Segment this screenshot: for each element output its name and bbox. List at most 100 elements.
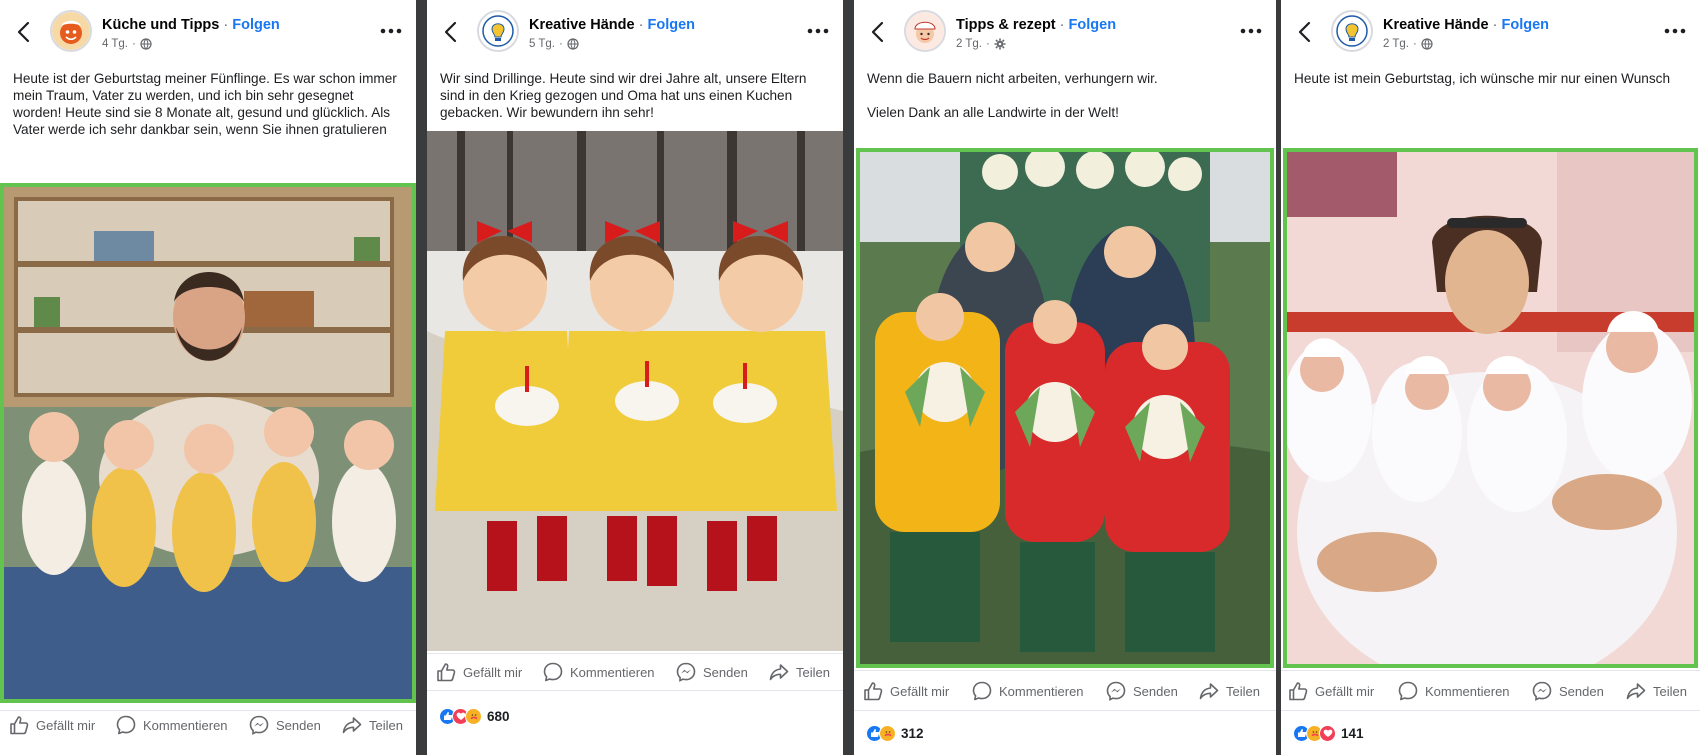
send-button[interactable]: Senden — [675, 661, 748, 683]
like-icon — [435, 661, 457, 683]
like-label: Gefällt mir — [1315, 683, 1375, 699]
like-button[interactable]: Gefällt mir — [862, 680, 949, 702]
separator-dot: · — [1413, 38, 1417, 50]
avatar[interactable] — [50, 10, 92, 52]
post-photo[interactable] — [1283, 148, 1698, 668]
share-icon — [768, 661, 790, 683]
messenger-icon — [1105, 680, 1127, 702]
comment-button[interactable]: Kommentieren — [1397, 680, 1510, 702]
page-name[interactable]: Kreative Hände — [529, 17, 635, 33]
like-icon — [1287, 680, 1309, 702]
post-text: Heute ist mein Geburtstag, ich wünsche m… — [1294, 70, 1688, 87]
reaction-count: 141 — [1341, 725, 1364, 741]
post-time[interactable]: 2 Tg. — [956, 38, 982, 50]
gear-icon — [994, 38, 1006, 50]
share-button[interactable]: Teilen — [768, 661, 830, 683]
feed-post: Kreative Hände · Folgen 2 Tg. · Heute is… — [1281, 0, 1700, 755]
messenger-icon — [1531, 680, 1553, 702]
messenger-icon — [248, 714, 270, 736]
separator-dot: · — [638, 17, 644, 33]
post-header: Küche und Tipps · Folgen 4 Tg. · — [0, 10, 416, 54]
feed-post: Kreative Hände · Folgen 5 Tg. · Wir sind… — [427, 0, 843, 755]
reaction-count: 312 — [901, 725, 924, 741]
chevron-left-icon[interactable] — [868, 20, 888, 44]
reaction-summary[interactable]: 312 — [866, 723, 924, 743]
comment-button[interactable]: Kommentieren — [115, 714, 228, 736]
like-button[interactable]: Gefällt mir — [1287, 680, 1374, 702]
reaction-count: 680 — [487, 708, 510, 724]
reaction-summary[interactable]: 680 — [439, 706, 510, 726]
action-bar: Gefällt mir Kommentieren Senden Teilen — [1281, 679, 1700, 703]
like-button[interactable]: Gefällt mir — [435, 661, 522, 683]
post-header: Kreative Hände · Folgen 2 Tg. · — [1281, 10, 1700, 54]
page-name[interactable]: Küche und Tipps — [102, 17, 219, 33]
page-name[interactable]: Kreative Hände — [1383, 17, 1489, 33]
share-icon — [341, 714, 363, 736]
comment-label: Kommentieren — [570, 664, 655, 680]
feed-post: Tipps & rezept · Folgen 2 Tg. · Wenn die… — [854, 0, 1276, 755]
globe-icon — [140, 38, 152, 50]
page-name[interactable]: Tipps & rezept — [956, 17, 1056, 33]
like-label: Gefällt mir — [36, 717, 96, 733]
share-label: Teilen — [369, 717, 403, 733]
separator-dot: · — [1492, 17, 1498, 33]
care-reaction-icon — [465, 707, 482, 725]
follow-button[interactable]: Folgen — [1501, 17, 1549, 33]
more-dots-icon[interactable] — [1662, 22, 1688, 40]
chevron-left-icon[interactable] — [14, 20, 34, 44]
send-button[interactable]: Senden — [1105, 680, 1178, 702]
separator-dot: · — [132, 38, 136, 50]
send-label: Senden — [1133, 683, 1178, 699]
post-photo[interactable] — [0, 183, 416, 703]
share-button[interactable]: Teilen — [341, 714, 403, 736]
screenshot-board: Küche und Tipps · Folgen 4 Tg. · Heute i… — [0, 0, 1700, 755]
share-button[interactable]: Teilen — [1625, 680, 1687, 702]
more-dots-icon[interactable] — [805, 22, 831, 40]
follow-button[interactable]: Folgen — [1069, 17, 1117, 33]
like-label: Gefällt mir — [890, 683, 950, 699]
comment-label: Kommentieren — [999, 683, 1084, 699]
avatar[interactable] — [904, 10, 946, 52]
chevron-left-icon[interactable] — [1295, 20, 1315, 44]
messenger-icon — [675, 661, 697, 683]
post-text-paragraph: Wenn die Bauern nicht arbeiten, verhunge… — [867, 71, 1158, 86]
feed-post: Küche und Tipps · Folgen 4 Tg. · Heute i… — [0, 0, 416, 755]
action-bar: Gefällt mir Kommentieren Senden Teilen — [0, 713, 416, 737]
share-button[interactable]: Teilen — [1198, 680, 1260, 702]
divider — [1281, 710, 1700, 711]
post-photo[interactable] — [427, 131, 843, 651]
reaction-summary[interactable]: 141 — [1293, 723, 1364, 743]
comment-button[interactable]: Kommentieren — [542, 661, 655, 683]
send-label: Senden — [276, 717, 321, 733]
post-text-paragraph: Heute ist der Geburtstag meiner Fünfling… — [13, 71, 397, 137]
send-button[interactable]: Senden — [1531, 680, 1604, 702]
share-icon — [1198, 680, 1220, 702]
chevron-left-icon[interactable] — [441, 20, 461, 44]
comment-button[interactable]: Kommentieren — [971, 680, 1084, 702]
follow-button[interactable]: Folgen — [647, 17, 695, 33]
divider — [854, 670, 1276, 671]
post-photo[interactable] — [856, 148, 1274, 668]
avatar[interactable] — [1331, 10, 1373, 52]
post-time[interactable]: 5 Tg. — [529, 38, 555, 50]
post-time[interactable]: 4 Tg. — [102, 38, 128, 50]
post-text-paragraph: Wir sind Drillinge. Heute sind wir drei … — [440, 71, 807, 120]
avatar[interactable] — [477, 10, 519, 52]
action-bar: Gefällt mir Kommentieren Senden Teilen — [854, 679, 1276, 703]
follow-button[interactable]: Folgen — [232, 17, 280, 33]
love-reaction-icon — [1319, 724, 1336, 742]
comment-label: Kommentieren — [1425, 683, 1510, 699]
divider — [854, 710, 1276, 711]
globe-icon — [1421, 38, 1433, 50]
post-header: Kreative Hände · Folgen 5 Tg. · — [427, 10, 843, 54]
more-dots-icon[interactable] — [378, 22, 404, 40]
more-dots-icon[interactable] — [1238, 22, 1264, 40]
share-icon — [1625, 680, 1647, 702]
separator-dot: · — [1059, 17, 1065, 33]
care-reaction-icon — [879, 724, 896, 742]
separator-dot: · — [986, 38, 990, 50]
like-button[interactable]: Gefällt mir — [8, 714, 95, 736]
post-time[interactable]: 2 Tg. — [1383, 38, 1409, 50]
send-button[interactable]: Senden — [248, 714, 321, 736]
share-label: Teilen — [796, 664, 830, 680]
